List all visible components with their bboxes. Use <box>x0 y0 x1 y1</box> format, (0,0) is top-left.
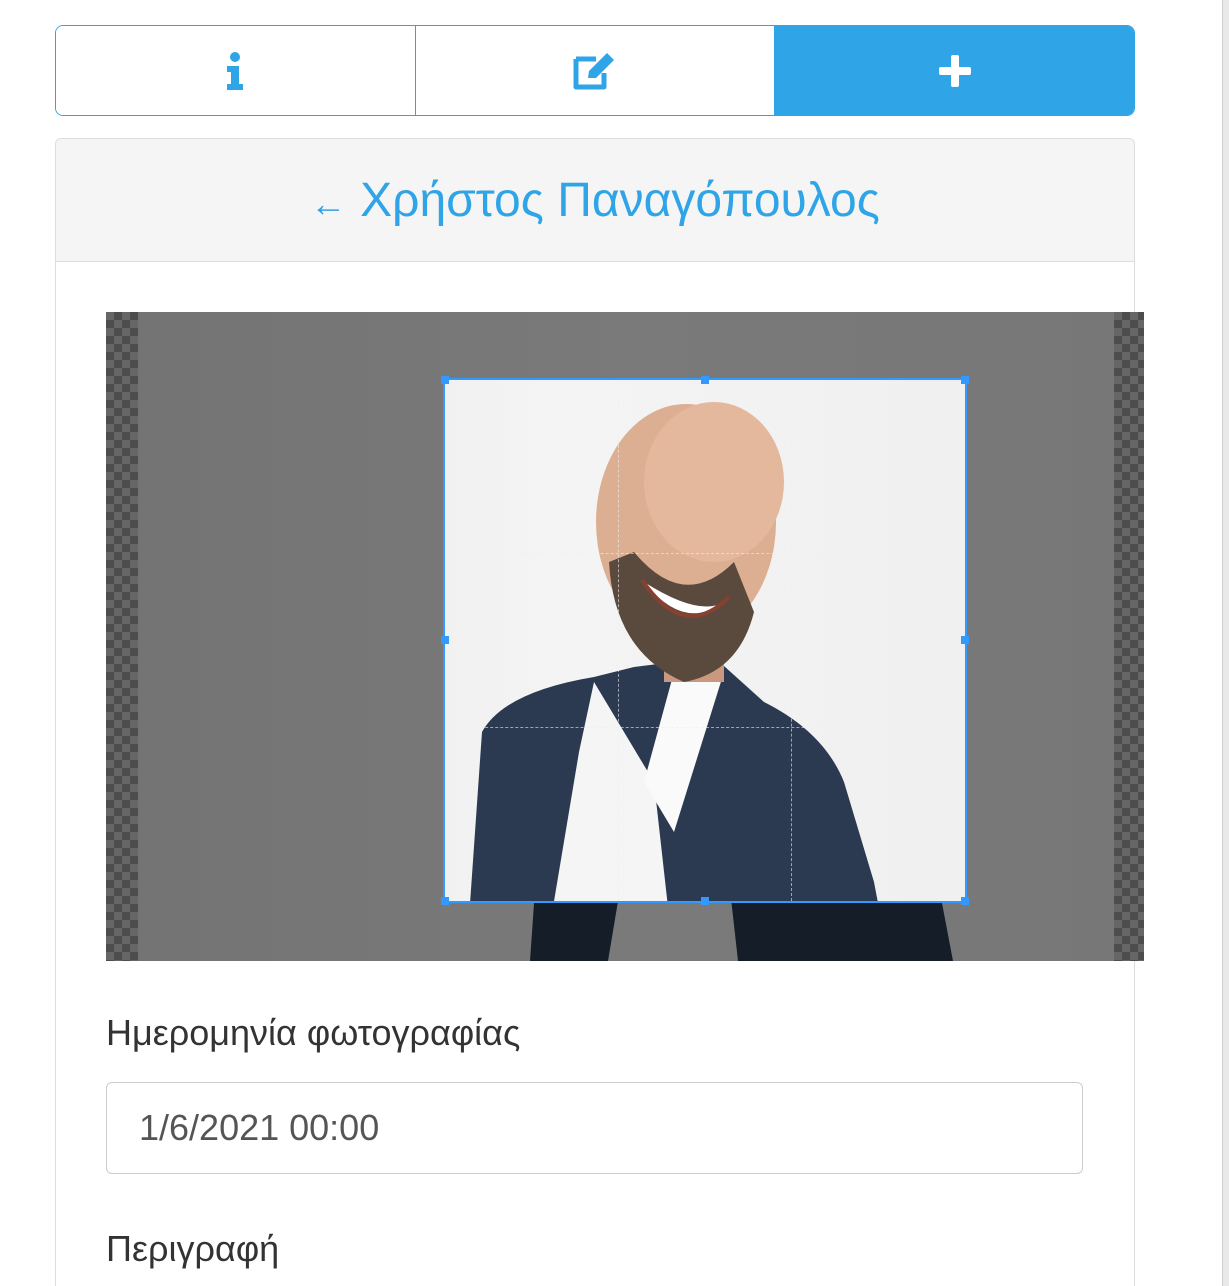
tab-bar <box>55 25 1135 116</box>
image-cropper[interactable] <box>106 312 1144 961</box>
back-to-person-link[interactable]: ← Χρήστος Παναγόπουλος <box>310 173 880 228</box>
crop-handle-se[interactable] <box>961 897 969 905</box>
crop-handle-nw[interactable] <box>441 376 449 384</box>
person-name: Χρήστος Παναγόπουλος <box>360 173 880 227</box>
crop-handle-n[interactable] <box>701 376 709 384</box>
tab-add[interactable] <box>775 26 1134 115</box>
panel-heading: ← Χρήστος Παναγόπουλος <box>56 139 1134 262</box>
crop-guide-line <box>445 553 965 555</box>
photo-date-label: Ημερομηνία φωτογραφίας <box>106 1012 521 1053</box>
crop-handle-e[interactable] <box>961 636 969 644</box>
crop-guide-line <box>445 726 965 728</box>
back-arrow-icon: ← <box>310 182 347 224</box>
info-icon <box>227 51 244 90</box>
crop-box[interactable] <box>443 378 967 903</box>
tab-info[interactable] <box>56 26 416 115</box>
crop-guide-line <box>618 380 620 901</box>
crop-preview <box>445 380 965 901</box>
plus-icon <box>938 54 971 87</box>
description-label: Περιγραφή <box>106 1228 280 1269</box>
tab-edit[interactable] <box>415 26 776 115</box>
crop-guide-line <box>791 380 793 901</box>
crop-handle-w[interactable] <box>441 636 449 644</box>
photo-editor-page: ← Χρήστος Παναγόπουλος Ημερομηνία φωτογρ… <box>0 0 1229 1286</box>
crop-handle-s[interactable] <box>701 897 709 905</box>
crop-handle-sw[interactable] <box>441 897 449 905</box>
photo-date-input[interactable] <box>106 1082 1083 1174</box>
crop-handle-ne[interactable] <box>961 376 969 384</box>
edit-icon <box>573 52 614 89</box>
window-edge <box>1222 0 1229 1286</box>
